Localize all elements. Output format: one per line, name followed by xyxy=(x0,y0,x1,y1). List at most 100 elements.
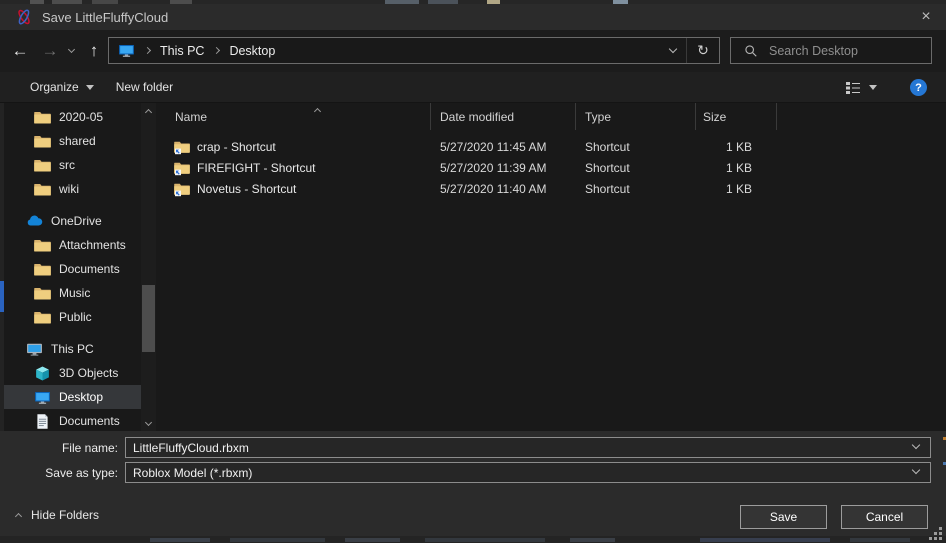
sidebar-item-onedrive[interactable]: OneDrive xyxy=(4,209,141,233)
folder-icon xyxy=(34,181,51,198)
doc-icon xyxy=(34,413,51,430)
folder-icon xyxy=(34,285,51,302)
shortcut-icon xyxy=(174,139,190,155)
organize-button[interactable]: Organize xyxy=(30,80,94,94)
new-folder-button[interactable]: New folder xyxy=(116,80,173,94)
scroll-up-button[interactable] xyxy=(141,103,156,118)
save-as-type-label: Save as type: xyxy=(0,466,125,480)
sidebar-item-label: Attachments xyxy=(59,238,126,252)
folder-icon xyxy=(34,261,51,278)
folder-icon xyxy=(34,133,51,150)
chevron-down-icon xyxy=(145,418,152,425)
file-name-combobox[interactable]: LittleFluffyCloud.rbxm xyxy=(125,437,931,458)
folder-icon xyxy=(34,237,51,254)
command-toolbar: Organize New folder ? xyxy=(0,72,946,103)
shortcut-icon xyxy=(174,181,190,197)
column-header-date-modified[interactable]: Date modified xyxy=(431,103,576,130)
close-button[interactable]: × xyxy=(906,4,946,30)
resize-grip xyxy=(929,527,943,541)
folder-icon xyxy=(34,109,51,126)
scroll-thumb[interactable] xyxy=(142,285,155,352)
details-view-icon xyxy=(845,81,861,95)
background-app-sliver-bottom xyxy=(0,536,946,543)
sidebar-item-desktop[interactable]: Desktop xyxy=(4,385,141,409)
sidebar-item-music[interactable]: Music xyxy=(4,281,141,305)
chevron-down-icon xyxy=(67,46,74,53)
breadcrumb: This PC Desktop xyxy=(109,42,660,59)
sidebar-item-label: shared xyxy=(59,134,96,148)
breadcrumb-this-pc[interactable]: This PC xyxy=(160,44,204,58)
cancel-button[interactable]: Cancel xyxy=(841,505,928,529)
sidebar-item-label: Music xyxy=(59,286,90,300)
column-header-size[interactable]: Size xyxy=(696,103,777,130)
sidebar-item-label: Documents xyxy=(59,262,120,276)
forward-button[interactable]: → xyxy=(36,30,64,72)
file-date-modified: 5/27/2020 11:39 AM xyxy=(431,161,576,175)
navigation-pane: 2020-05 shared src wiki xyxy=(4,103,141,431)
address-bar[interactable]: This PC Desktop ↻ xyxy=(108,37,720,64)
file-date-modified: 5/27/2020 11:45 AM xyxy=(431,140,576,154)
file-name: FIREFIGHT - Shortcut xyxy=(197,161,315,175)
sidebar-item-label: Public xyxy=(59,310,92,324)
sidebar-item-3d-objects[interactable]: 3D Objects xyxy=(4,361,141,385)
view-mode-dropdown[interactable] xyxy=(869,72,887,103)
column-header-name[interactable]: Name xyxy=(157,103,431,130)
dialog-footer: Hide Folders Save Cancel xyxy=(0,497,946,536)
file-row[interactable]: FIREFIGHT - Shortcut 5/27/2020 11:39 AM … xyxy=(157,157,946,178)
sidebar-item-this-pc[interactable]: This PC xyxy=(4,337,141,361)
breadcrumb-chevron-icon xyxy=(213,47,220,54)
background-fragment xyxy=(700,538,830,542)
save-form: File name: LittleFluffyCloud.rbxm Save a… xyxy=(0,431,946,497)
save-button[interactable]: Save xyxy=(740,505,827,529)
background-fragment xyxy=(345,538,400,542)
sidebar-item-src[interactable]: src xyxy=(4,153,141,177)
search-box[interactable]: Search Desktop xyxy=(730,37,932,64)
navigation-bar: ← → ↑ This PC Desktop ↻ Search Desktop xyxy=(0,30,946,72)
window-title: Save LittleFluffyCloud xyxy=(42,10,168,25)
recent-locations-button[interactable] xyxy=(62,30,80,72)
column-header-type[interactable]: Type xyxy=(576,103,696,130)
hide-folders-label: Hide Folders xyxy=(31,508,99,522)
back-arrow-icon: ← xyxy=(12,41,29,61)
sidebar-item-attachments[interactable]: Attachments xyxy=(4,233,141,257)
novetus-app-icon xyxy=(15,8,33,26)
sidebar-item-label: Documents xyxy=(59,414,120,428)
chevron-up-icon xyxy=(15,513,22,520)
up-button[interactable]: ↑ xyxy=(80,30,108,72)
refresh-button[interactable]: ↻ xyxy=(686,38,719,63)
sidebar-item-2020-05[interactable]: 2020-05 xyxy=(4,105,141,129)
file-row[interactable]: Novetus - Shortcut 5/27/2020 11:40 AM Sh… xyxy=(157,178,946,199)
desktop-icon xyxy=(34,389,51,406)
sidebar-item-label: This PC xyxy=(51,342,94,356)
file-row[interactable]: crap - Shortcut 5/27/2020 11:45 AM Short… xyxy=(157,136,946,157)
sidebar-item-label: src xyxy=(59,158,75,172)
file-name: crap - Shortcut xyxy=(197,140,276,154)
hide-folders-button[interactable]: Hide Folders xyxy=(16,508,99,522)
search-placeholder: Search Desktop xyxy=(769,44,858,58)
sidebar-item-documents[interactable]: Documents xyxy=(4,409,141,431)
back-button[interactable]: ← xyxy=(6,30,34,72)
folder-icon xyxy=(34,157,51,174)
breadcrumb-desktop[interactable]: Desktop xyxy=(229,44,275,58)
sidebar-item-documents[interactable]: Documents xyxy=(4,257,141,281)
address-dropdown-button[interactable] xyxy=(660,38,686,63)
sidebar-item-shared[interactable]: shared xyxy=(4,129,141,153)
file-size: 1 KB xyxy=(696,182,777,196)
sidebar-item-label: 2020-05 xyxy=(59,110,103,124)
sidebar-item-wiki[interactable]: wiki xyxy=(4,177,141,201)
save-dialog: Save LittleFluffyCloud × ← → ↑ This PC D… xyxy=(0,0,946,543)
sidebar-scrollbar[interactable] xyxy=(141,103,156,431)
file-name-label: File name: xyxy=(0,441,125,455)
shortcut-icon xyxy=(174,160,190,176)
file-size: 1 KB xyxy=(696,161,777,175)
sidebar-item-public[interactable]: Public xyxy=(4,305,141,329)
save-as-type-combobox[interactable]: Roblox Model (*.rbxm) xyxy=(125,462,931,483)
caret-down-icon xyxy=(869,85,877,90)
organize-label: Organize xyxy=(30,80,79,94)
help-button[interactable]: ? xyxy=(910,72,927,103)
file-name-value: LittleFluffyCloud.rbxm xyxy=(133,441,249,455)
background-fragment xyxy=(570,538,615,542)
file-list-header: Name Date modified Type Size xyxy=(157,103,946,130)
view-mode-button[interactable] xyxy=(845,72,867,103)
scroll-down-button[interactable] xyxy=(141,416,156,431)
